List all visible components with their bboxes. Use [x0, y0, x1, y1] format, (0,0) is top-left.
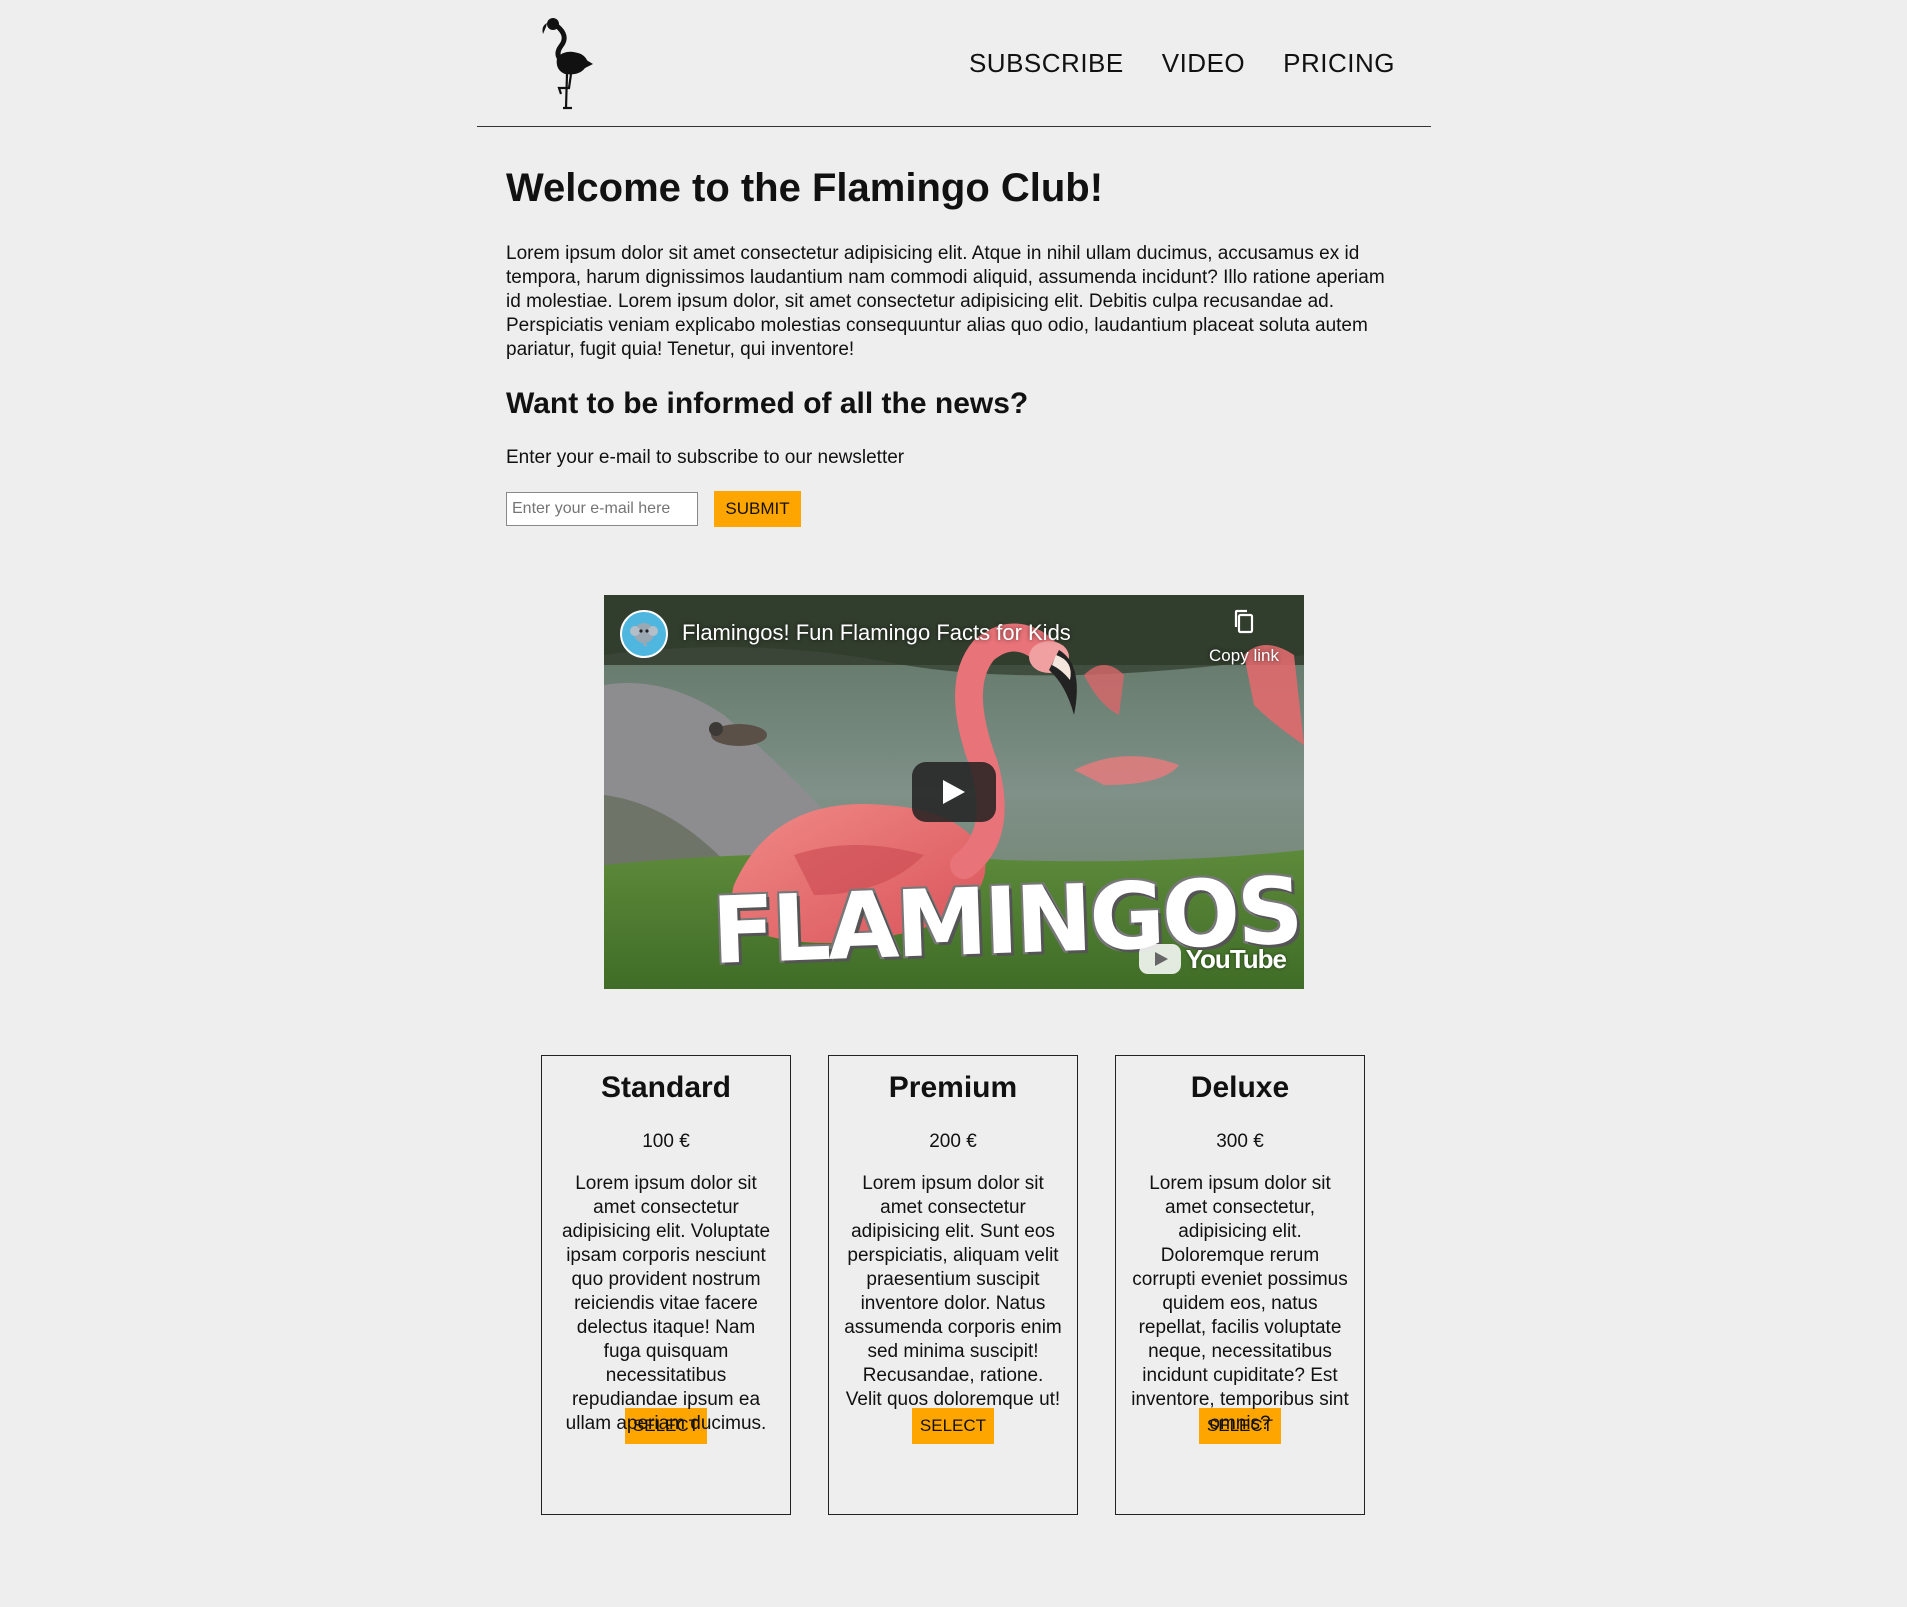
video-player[interactable]: Flamingos! Fun Flamingo Facts for Kids C…: [604, 595, 1304, 989]
copy-link-button[interactable]: Copy link: [1206, 609, 1282, 666]
copy-icon: [1234, 609, 1254, 634]
subscribe-form: SUBMIT: [506, 491, 1402, 527]
nav-link-pricing[interactable]: PRICING: [1283, 48, 1395, 79]
channel-avatar[interactable]: [620, 610, 668, 658]
main-content: Welcome to the Flamingo Club! Lorem ipsu…: [506, 126, 1402, 527]
pricing-card-deluxe: Deluxe 300 € Lorem ipsum dolor sit amet …: [1115, 1055, 1365, 1515]
flamingo-icon[interactable]: [535, 14, 595, 110]
intro-paragraph: Lorem ipsum dolor sit amet consectetur a…: [506, 243, 1385, 360]
pricing-card-premium: Premium 200 € Lorem ipsum dolor sit amet…: [828, 1055, 1078, 1515]
plan-price: 100 €: [642, 1131, 690, 1152]
play-button[interactable]: [912, 762, 996, 822]
plan-description: Lorem ipsum dolor sit amet consectetur a…: [561, 1173, 771, 1434]
elephant-icon: [630, 623, 658, 647]
select-premium-button[interactable]: SELECT: [912, 1408, 994, 1444]
main-nav: SUBSCRIBE VIDEO PRICING: [969, 48, 1395, 79]
newsletter-description: Enter your e-mail to subscribe to our ne…: [506, 447, 905, 468]
newsletter-heading: Want to be informed of all the news?: [506, 387, 1029, 420]
plan-price: 300 €: [1216, 1131, 1264, 1152]
play-icon: [943, 780, 965, 804]
youtube-wordmark: YouTube: [1185, 943, 1287, 974]
nav-link-video[interactable]: VIDEO: [1162, 48, 1245, 79]
nav-link-subscribe[interactable]: SUBSCRIBE: [969, 48, 1124, 79]
plan-description: Lorem ipsum dolor sit amet consectetur a…: [844, 1173, 1062, 1410]
copy-link-label: Copy link: [1209, 646, 1279, 665]
youtube-logo[interactable]: YouTube: [1138, 943, 1287, 975]
youtube-play-icon: [1138, 944, 1181, 974]
email-field[interactable]: [506, 492, 698, 526]
pricing-card-standard: Standard 100 € Lorem ipsum dolor sit ame…: [541, 1055, 791, 1515]
plan-name: Standard: [600, 1071, 732, 1104]
page-title: Welcome to the Flamingo Club!: [506, 166, 1104, 210]
video-title[interactable]: Flamingos! Fun Flamingo Facts for Kids: [682, 620, 1071, 646]
site-header: SUBSCRIBE VIDEO PRICING: [477, 0, 1431, 127]
plan-name: Premium: [888, 1071, 1018, 1104]
plan-description: Lorem ipsum dolor sit amet consectetur, …: [1131, 1173, 1349, 1434]
plan-name: Deluxe: [1190, 1071, 1290, 1104]
submit-button[interactable]: SUBMIT: [714, 491, 801, 527]
plan-price: 200 €: [929, 1131, 977, 1152]
